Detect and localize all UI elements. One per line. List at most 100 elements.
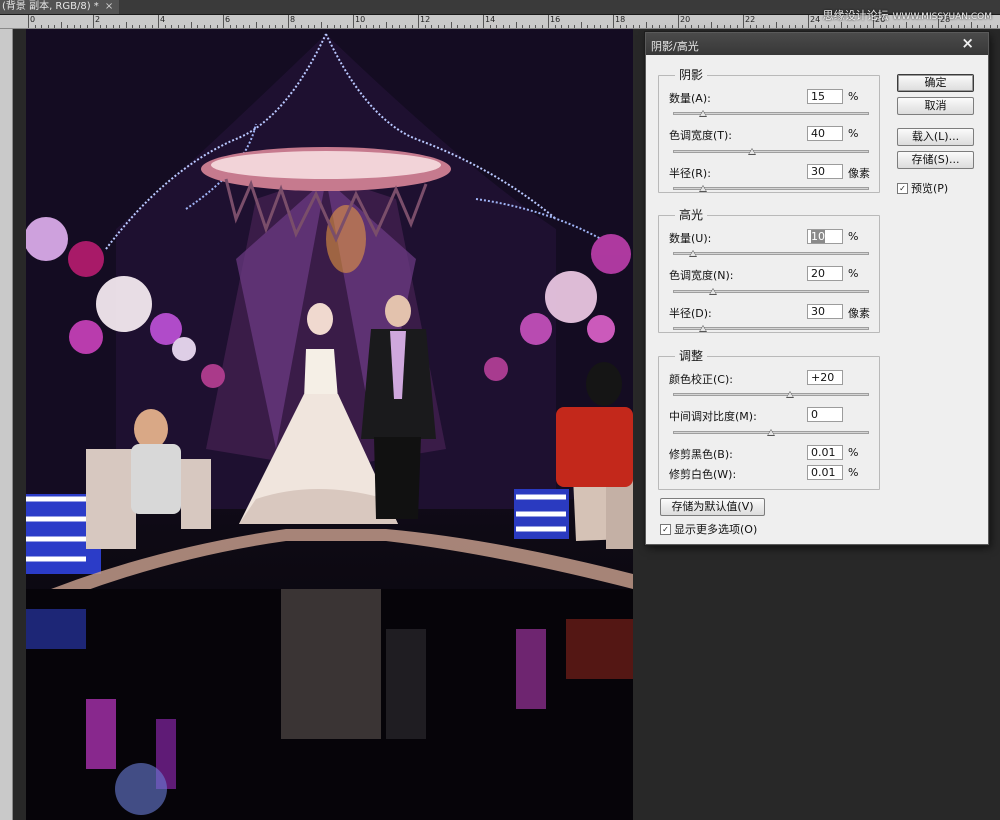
shadows-radius-slider-thumb[interactable] — [699, 185, 708, 192]
ruler-tick — [535, 25, 536, 28]
show-more-options-row[interactable]: ✓ 显示更多选项(O) — [660, 521, 757, 537]
ruler-tick — [457, 25, 458, 28]
highlights-amount-selected-text: 10 — [811, 230, 825, 243]
ruler-label: 24 — [810, 15, 821, 24]
color-correction-slider[interactable] — [673, 391, 869, 398]
close-icon[interactable]: × — [961, 34, 974, 52]
ruler-tick — [158, 15, 159, 28]
ruler-tick — [307, 25, 309, 28]
highlights-tonal-width-slider[interactable] — [673, 288, 869, 295]
highlights-amount-input[interactable]: 10 — [807, 229, 843, 244]
highlights-group: 高光 数量(U): 10 % 色调宽度(N): 20 % 半径(D): 30 像… — [658, 208, 880, 333]
ruler-tick — [496, 25, 497, 28]
color-correction-slider-thumb[interactable] — [786, 391, 795, 398]
white-clip-input[interactable]: 0.01 — [807, 465, 843, 480]
shadows-amount-slider-thumb[interactable] — [699, 110, 708, 117]
white-clip-label: 修剪白色(W): — [669, 468, 737, 481]
shadows-radius-input[interactable]: 30 — [807, 164, 843, 179]
ruler-tick — [600, 25, 601, 28]
ruler-tick — [931, 25, 933, 28]
dialog-titlebar[interactable]: 阴影/高光 × — [646, 33, 988, 55]
highlights-amount-slider[interactable] — [673, 250, 869, 257]
ruler-tick — [691, 25, 692, 28]
ruler-tick — [398, 25, 400, 28]
ruler-tick — [704, 25, 705, 28]
ruler-tick — [925, 25, 926, 28]
shadows-tonal-width-input[interactable]: 40 — [807, 126, 843, 141]
highlights-tonal-width-label: 色调宽度(N): — [669, 269, 734, 282]
ruler-tick — [827, 25, 829, 28]
highlights-amount-slider-thumb[interactable] — [689, 250, 698, 257]
white-clip-unit: % — [848, 466, 859, 479]
shadows-radius-slider[interactable] — [673, 185, 869, 192]
ruler-tick — [918, 25, 920, 28]
shadows-radius-label: 半径(R): — [669, 167, 711, 180]
ruler-tick — [697, 25, 699, 28]
ruler-tick — [574, 25, 575, 28]
midtone-contrast-label: 中间调对比度(M): — [669, 410, 757, 423]
black-clip-input[interactable]: 0.01 — [807, 445, 843, 460]
ruler-label: 12 — [420, 15, 431, 24]
ruler-tick — [548, 15, 549, 28]
canvas-image[interactable] — [26, 29, 633, 820]
ruler-tick — [795, 25, 796, 28]
ruler-tick — [424, 25, 426, 28]
highlights-tonal-width-input[interactable]: 20 — [807, 266, 843, 281]
show-more-options-checkbox[interactable]: ✓ — [660, 523, 671, 535]
ruler-label: 0 — [30, 15, 36, 24]
shadows-tonal-width-slider-thumb[interactable] — [747, 148, 756, 155]
ruler-tick — [366, 25, 367, 28]
highlights-tonal-width-slider-thumb[interactable] — [708, 288, 717, 295]
ruler-tick — [281, 25, 283, 28]
ruler-tick — [951, 25, 952, 28]
document-tab[interactable]: (背景 副本, RGB/8) * × — [0, 0, 120, 14]
shadows-tonal-width-slider[interactable] — [673, 148, 869, 155]
ruler-tick — [268, 25, 270, 28]
ruler-label: 18 — [615, 15, 626, 24]
watermark-text: 思缘设计论坛 — [822, 9, 889, 22]
ruler-tick — [632, 25, 634, 28]
midtone-contrast-input[interactable]: 0 — [807, 407, 843, 422]
ruler-tick — [320, 22, 322, 28]
ruler-tick — [86, 25, 88, 28]
ok-button[interactable]: 确定 — [897, 74, 974, 92]
ruler-tick — [996, 25, 998, 28]
shadows-amount-slider[interactable] — [673, 110, 869, 117]
ruler-tick — [470, 25, 471, 28]
close-tab-icon[interactable]: × — [105, 0, 113, 14]
preview-checkbox-row[interactable]: ✓ 预览(P) — [897, 180, 948, 196]
save-as-defaults-button[interactable]: 存储为默认值(V) — [660, 498, 765, 516]
highlights-radius-slider[interactable] — [673, 325, 869, 332]
ruler-tick — [944, 25, 946, 28]
highlights-radius-input[interactable]: 30 — [807, 304, 843, 319]
ruler-tick — [314, 25, 315, 28]
show-more-options-label: 显示更多选项(O) — [674, 523, 758, 536]
preview-checkbox[interactable]: ✓ — [897, 182, 908, 194]
shadows-amount-label: 数量(A): — [669, 92, 711, 105]
shadows-amount-input[interactable]: 15 — [807, 89, 843, 104]
ruler-tick — [541, 25, 543, 28]
ruler-tick — [288, 15, 289, 28]
midtone-contrast-slider[interactable] — [673, 429, 869, 436]
ruler-tick — [515, 22, 517, 28]
load-button[interactable]: 载入(L)... — [897, 128, 974, 146]
save-button[interactable]: 存储(S)... — [897, 151, 974, 169]
ruler-tick — [106, 25, 107, 28]
ruler-tick — [203, 25, 205, 28]
highlights-radius-slider-thumb[interactable] — [699, 325, 708, 332]
shadows-group: 阴影 数量(A): 15 % 色调宽度(T): 40 % 半径(R): 30 像… — [658, 68, 880, 193]
ruler-tick — [808, 15, 809, 28]
ruler-tick — [593, 25, 595, 28]
ruler-tick — [242, 25, 244, 28]
ruler-tick — [645, 22, 647, 28]
ruler-tick — [587, 25, 588, 28]
dialog-title: 阴影/高光 — [651, 40, 699, 53]
ruler-label: 22 — [745, 15, 756, 24]
ruler-tick — [671, 25, 673, 28]
ruler-tick — [476, 25, 478, 28]
cancel-button[interactable]: 取消 — [897, 97, 974, 115]
color-correction-input[interactable]: +20 — [807, 370, 843, 385]
midtone-contrast-slider-thumb[interactable] — [767, 429, 775, 436]
vertical-ruler[interactable] — [0, 29, 13, 820]
ruler-tick — [353, 15, 354, 28]
